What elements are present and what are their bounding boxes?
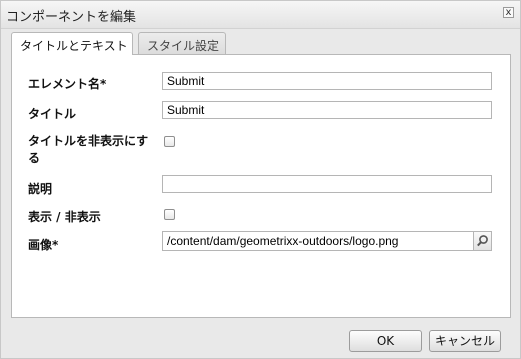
tab-style-settings[interactable]: スタイル設定 — [138, 32, 226, 54]
ok-button[interactable]: OK — [349, 330, 422, 352]
cancel-button[interactable]: キャンセル — [429, 330, 501, 352]
show-hide-checkbox[interactable] — [164, 209, 175, 220]
close-icon[interactable]: x — [503, 7, 514, 18]
image-browse-button[interactable] — [473, 231, 492, 251]
form-panel: エレメント名* Submit タイトル Submit タイトルを非表示にする 説… — [11, 54, 511, 318]
description-field[interactable] — [162, 175, 492, 193]
tab-title-and-text[interactable]: タイトルとテキスト — [11, 32, 133, 55]
title-label: タイトル — [28, 107, 77, 121]
show-hide-label: 表示 / 非表示 — [28, 210, 101, 224]
description-label: 説明 — [28, 182, 53, 196]
hide-title-checkbox[interactable] — [164, 136, 175, 147]
image-label: 画像* — [28, 238, 59, 252]
hide-title-label: タイトルを非表示にする — [28, 134, 149, 165]
element-name-field[interactable]: Submit — [162, 72, 492, 90]
dialog-title: コンポーネントを編集 — [6, 10, 137, 25]
image-path-field[interactable]: /content/dam/geometrixx-outdoors/logo.pn… — [162, 231, 474, 251]
dialog-titlebar[interactable]: コンポーネントを編集 x — [1, 1, 520, 29]
edit-component-dialog: コンポーネントを編集 x タイトルとテキスト スタイル設定 エレメント名* Su… — [0, 0, 521, 359]
title-field[interactable]: Submit — [162, 101, 492, 119]
element-name-label: エレメント名* — [28, 77, 107, 91]
search-icon — [477, 235, 488, 247]
